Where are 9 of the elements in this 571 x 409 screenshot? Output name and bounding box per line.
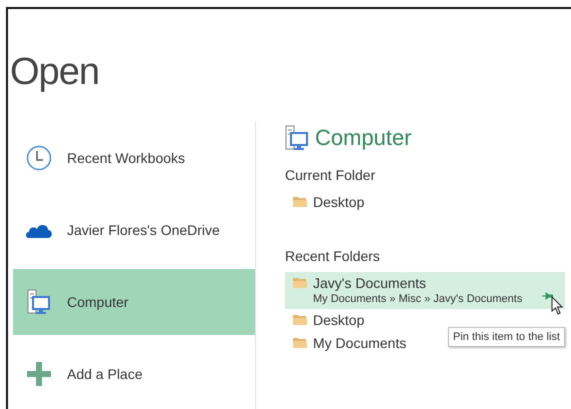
panel-heading: Computer (315, 125, 412, 151)
section-label: Current Folder (285, 167, 376, 183)
section-label: Recent Folders (285, 248, 381, 264)
tooltip: Pin this item to the list (448, 327, 565, 347)
folder-name: Desktop (313, 194, 364, 210)
folder-path: My Documents » Misc » Javy's Documents (313, 293, 522, 305)
folder-name: Desktop (313, 312, 364, 328)
page-title: Open (9, 50, 100, 95)
folder-name: Javy's Documents (313, 275, 426, 291)
